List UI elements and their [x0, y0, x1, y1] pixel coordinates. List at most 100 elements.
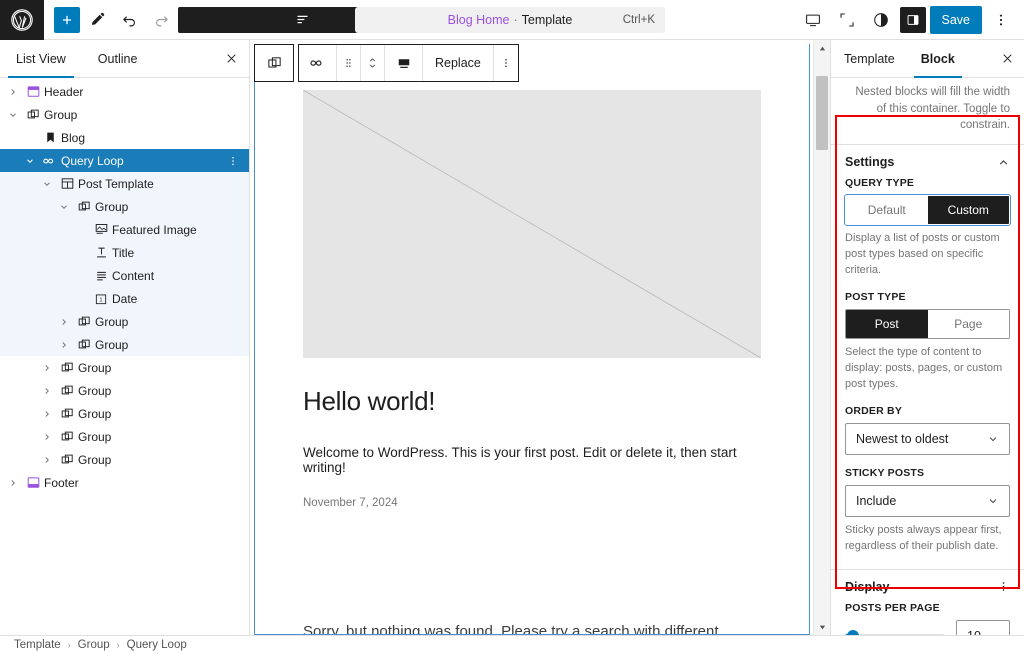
inner-blocks-helper-text: Nested blocks will fill the width of thi…	[831, 78, 1024, 144]
display-options-kebab-icon[interactable]	[997, 580, 1010, 593]
list-view-item-group[interactable]: Group	[0, 103, 249, 126]
list-view-item-content[interactable]: Content	[0, 264, 249, 287]
list-view-item-label: Blog	[61, 131, 85, 145]
list-view-item-group[interactable]: Group	[0, 425, 249, 448]
query-type-option-default[interactable]: Default	[846, 196, 928, 224]
list-view-item-post-template[interactable]: Post Template	[0, 172, 249, 195]
chevron-right-icon[interactable]	[38, 363, 56, 373]
query-loop-icon[interactable]	[299, 45, 337, 81]
display-panel-header[interactable]: Display	[845, 580, 1010, 594]
list-view-item-featured-image[interactable]: Featured Image	[0, 218, 249, 241]
site-title-block-icon	[39, 131, 61, 144]
posts-per-page-slider[interactable]	[845, 626, 944, 635]
list-view-item-group[interactable]: Group	[0, 402, 249, 425]
zoom-out-icon[interactable]	[832, 5, 862, 35]
post-title[interactable]: Hello world!	[303, 386, 761, 417]
sticky-posts-select[interactable]: Include	[845, 485, 1010, 517]
chevron-down-icon[interactable]	[21, 156, 39, 166]
slider-thumb[interactable]	[847, 630, 859, 635]
editor-options-kebab-icon[interactable]	[986, 5, 1016, 35]
list-view-item-label: Featured Image	[112, 223, 197, 237]
chevron-right-icon[interactable]	[38, 409, 56, 419]
close-list-view-icon[interactable]	[213, 40, 249, 77]
document-title-bar[interactable]: Blog Home · Template Ctrl+K	[355, 7, 665, 33]
list-view-item-label: Title	[112, 246, 134, 260]
settings-panel-title: Settings	[845, 155, 894, 169]
list-view-item-group[interactable]: Group	[0, 310, 249, 333]
replace-button[interactable]: Replace	[423, 45, 494, 81]
edit-tool-button[interactable]	[82, 5, 112, 35]
select-parent-block-group	[254, 44, 294, 82]
posts-per-page-input[interactable]: 10	[956, 620, 1010, 635]
move-up-down-icon[interactable]	[361, 45, 385, 81]
query-type-option-custom[interactable]: Custom	[928, 196, 1010, 224]
tab-list-view[interactable]: List View	[0, 40, 82, 77]
view-desktop-icon[interactable]	[798, 5, 828, 35]
redo-button[interactable]	[146, 5, 176, 35]
select-parent-group-icon[interactable]	[255, 45, 293, 81]
sticky-posts-help-text: Sticky posts always appear first, regard…	[845, 523, 1010, 555]
scrollbar-thumb[interactable]	[816, 76, 828, 150]
template-preview: Hello world! Welcome to WordPress. This …	[255, 82, 809, 634]
tab-template[interactable]: Template	[831, 40, 908, 77]
list-view-item-date[interactable]: 1 Date	[0, 287, 249, 310]
editor-canvas-area: Hello world! Welcome to WordPress. This …	[250, 40, 830, 635]
chevron-down-icon[interactable]	[38, 179, 56, 189]
featured-image-block-icon	[90, 222, 112, 237]
list-view-item-group[interactable]: Group	[0, 356, 249, 379]
chevron-right-icon[interactable]	[55, 317, 73, 327]
settings-sidebar-toggle-button[interactable]	[900, 7, 926, 33]
chevron-right-icon[interactable]	[55, 340, 73, 350]
list-view-item-blog[interactable]: Blog	[0, 126, 249, 149]
breadcrumb-item-query-loop[interactable]: Query Loop	[127, 639, 187, 651]
post-date[interactable]: November 7, 2024	[303, 497, 761, 509]
drag-handle-icon[interactable]	[337, 45, 361, 81]
chevron-right-icon[interactable]	[4, 87, 22, 97]
chevron-up-icon[interactable]	[997, 156, 1010, 169]
styles-contrast-icon[interactable]	[866, 5, 896, 35]
footer-block-icon	[22, 475, 44, 490]
wordpress-logo-icon[interactable]	[0, 0, 44, 40]
block-options-kebab-icon[interactable]	[494, 45, 518, 81]
settings-panel-header[interactable]: Settings	[845, 155, 1010, 169]
list-view-item-options-kebab-icon[interactable]	[223, 154, 243, 168]
post-content-excerpt[interactable]: Welcome to WordPress. This is your first…	[303, 445, 761, 475]
query-type-label: Query type	[845, 177, 1010, 189]
canvas-vertical-scrollbar[interactable]	[813, 40, 830, 635]
tab-block[interactable]: Block	[908, 40, 968, 77]
post-type-option-page[interactable]: Page	[928, 310, 1010, 338]
breadcrumb-item-template[interactable]: Template	[14, 639, 61, 651]
chevron-down-icon[interactable]	[55, 202, 73, 212]
block-tree: HeaderGroupBlogQuery LoopPost TemplateGr…	[0, 78, 249, 635]
align-block-icon[interactable]	[385, 45, 423, 81]
list-view-item-header[interactable]: Header	[0, 80, 249, 103]
block-toolbar: Replace	[254, 44, 519, 82]
list-view-item-group[interactable]: Group	[0, 333, 249, 356]
chevron-right-icon[interactable]	[38, 386, 56, 396]
chevron-right-icon[interactable]	[4, 478, 22, 488]
list-view-item-title[interactable]: Title	[0, 241, 249, 264]
close-sidebar-icon[interactable]	[990, 40, 1024, 77]
chevron-down-icon[interactable]	[4, 110, 22, 120]
tab-outline[interactable]: Outline	[82, 40, 154, 77]
scroll-up-arrow-icon[interactable]	[814, 40, 830, 56]
svg-text:1: 1	[100, 297, 103, 303]
post-type-option-post[interactable]: Post	[846, 310, 928, 338]
scroll-down-arrow-icon[interactable]	[814, 619, 830, 635]
list-view-item-group[interactable]: Group	[0, 195, 249, 218]
chevron-right-icon[interactable]	[38, 432, 56, 442]
order-by-select[interactable]: Newest to oldest	[845, 423, 1010, 455]
slider-track	[845, 634, 944, 635]
list-view-item-group[interactable]: Group	[0, 379, 249, 402]
undo-button[interactable]	[114, 5, 144, 35]
save-button[interactable]: Save	[930, 6, 983, 34]
breadcrumb-separator: ›	[117, 640, 120, 650]
chevron-right-icon[interactable]	[38, 455, 56, 465]
featured-image-placeholder[interactable]	[303, 90, 761, 358]
list-view-item-footer[interactable]: Footer	[0, 471, 249, 494]
breadcrumb-item-group[interactable]: Group	[78, 639, 110, 651]
list-view-item-group[interactable]: Group	[0, 448, 249, 471]
list-view-item-query-loop[interactable]: Query Loop	[0, 149, 249, 172]
add-block-button[interactable]	[54, 7, 80, 33]
list-view-item-label: Date	[112, 292, 137, 306]
